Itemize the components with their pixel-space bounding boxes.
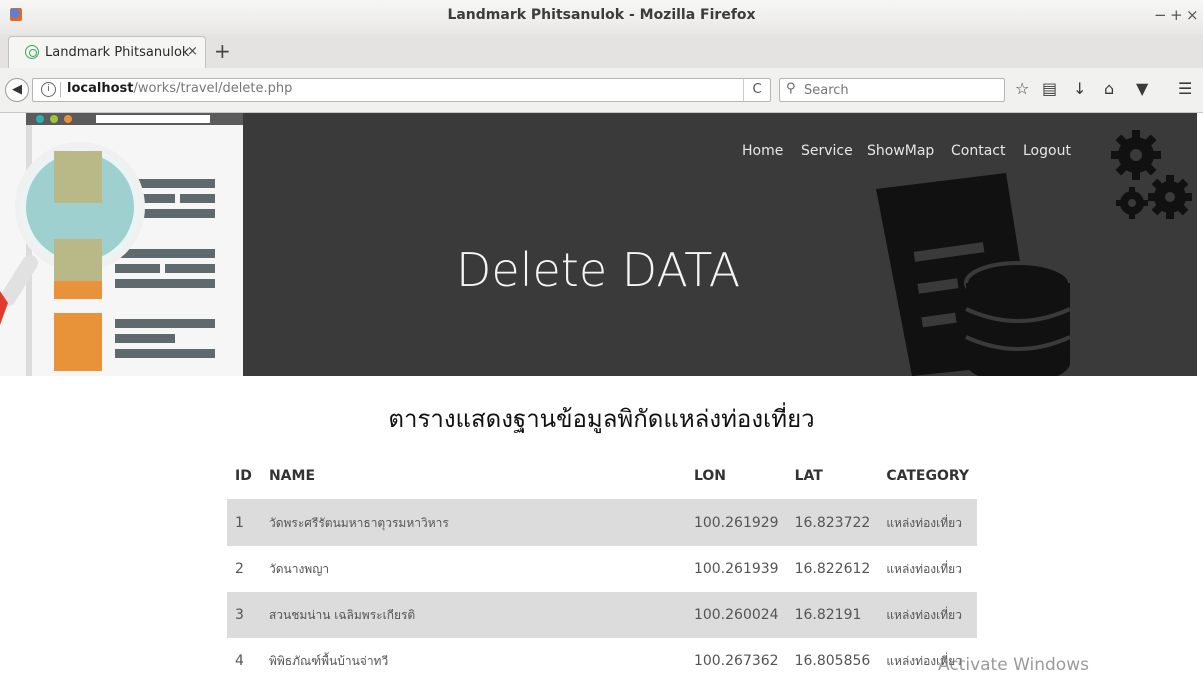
table-row[interactable]: 2 วัดนางพญา 100.261939 16.822612 แหล่งท่… — [227, 546, 977, 592]
nav-showmap[interactable]: ShowMap — [867, 143, 934, 159]
cell-id: 1 — [227, 499, 261, 546]
window-title: Landmark Phitsanulok - Mozilla Firefox — [447, 7, 756, 23]
tab-label: Landmark Phitsanulok — [45, 45, 190, 60]
cell-lon: 100.261929 — [685, 499, 787, 546]
cell-category: แหล่งท่องเที่ยว — [878, 592, 977, 638]
cell-lon: 100.267362 — [693, 653, 779, 669]
pocket-icon[interactable]: ▼ — [1136, 79, 1148, 98]
cell-lat: 16.82191 — [786, 592, 879, 638]
cell-name: วัดพระศรีรัตนมหาธาตุวรมหาวิหาร — [260, 499, 686, 546]
table-heading: ตารางแสดงฐานข้อมูลพิกัดแหล่งท่องเที่ยว — [388, 405, 815, 433]
minimize-button[interactable]: − — [1154, 6, 1167, 24]
title-bar: Landmark Phitsanulok - Mozilla Firefox −… — [0, 0, 1203, 35]
col-lat: LAT — [786, 453, 879, 500]
table-row[interactable]: 3 สวนชมน่าน เฉลิมพระเกียรติ 100.260024 1… — [227, 592, 977, 638]
menu-icon[interactable]: ☰ — [1178, 79, 1192, 98]
cell-lat: 16.805856 — [794, 653, 871, 669]
home-icon[interactable]: ⌂ — [1104, 79, 1114, 98]
cell-category: แหล่งท่องเที่ยว — [886, 561, 962, 576]
gears-icon — [1111, 130, 1192, 219]
url-host: localhost — [67, 81, 134, 96]
cell-lat: 16.822612 — [794, 561, 871, 577]
cell-name: วัดนางพญา — [268, 561, 330, 576]
url-text[interactable]: localhost/works/travel/delete.php — [67, 81, 292, 96]
info-icon[interactable]: i — [41, 82, 56, 97]
table-header-row: ID NAME LON LAT CATEGORY — [227, 453, 977, 500]
cell-id: 3 — [227, 592, 261, 638]
star-icon[interactable]: ☆ — [1015, 79, 1029, 98]
navigation-bar: ◀ i localhost/works/travel/delete.php C … — [0, 68, 1203, 113]
page-content: Home Service ShowMap Contact Logout Dele… — [0, 113, 1203, 679]
cell-id: 2 — [235, 561, 244, 577]
cell-name: สวนชมน่าน เฉลิมพระเกียรติ — [260, 592, 686, 638]
table-row[interactable]: 4 พิพิธภัณฑ์พื้นบ้านจ่าทวี 100.267362 16… — [227, 638, 977, 679]
nav-service[interactable]: Service — [801, 143, 853, 159]
nav-contact[interactable]: Contact — [951, 143, 1005, 159]
landmark-table: ID NAME LON LAT CATEGORY 1 วัดพระศรีรัตน… — [227, 453, 977, 679]
col-category: CATEGORY — [878, 453, 977, 500]
cell-lat: 16.823722 — [786, 499, 879, 546]
close-window-button[interactable]: × — [1186, 6, 1199, 24]
tab-close-icon[interactable]: × — [187, 44, 198, 59]
col-id: ID — [227, 453, 261, 500]
nav-logout[interactable]: Logout — [1023, 143, 1071, 159]
cell-name: พิพิธภัณฑ์พื้นบ้านจ่าทวี — [268, 653, 389, 668]
col-name: NAME — [260, 453, 686, 500]
globe-favicon-icon — [25, 45, 39, 59]
download-icon[interactable]: ↓ — [1073, 79, 1086, 98]
browser-window: Landmark Phitsanulok - Mozilla Firefox −… — [0, 0, 1203, 679]
tab-bar: Landmark Phitsanulok × + — [0, 34, 1203, 69]
url-bar[interactable]: i localhost/works/travel/delete.php C — [32, 78, 771, 102]
back-button[interactable]: ◀ — [5, 78, 29, 102]
reading-list-icon[interactable]: ▤ — [1042, 79, 1057, 98]
search-box[interactable]: ⚲ — [779, 78, 1005, 102]
cell-category: แหล่งท่องเที่ยว — [878, 499, 977, 546]
database-document-icon — [876, 173, 1072, 376]
document-illustration — [0, 113, 243, 376]
activate-windows-watermark: Activate Windows — [938, 655, 1089, 675]
tab-landmark[interactable]: Landmark Phitsanulok × — [8, 36, 206, 69]
maximize-button[interactable]: + — [1170, 6, 1183, 24]
search-icon: ⚲ — [786, 81, 796, 96]
table-row[interactable]: 1 วัดพระศรีรัตนมหาธาตุวรมหาวิหาร 100.261… — [227, 499, 977, 546]
nav-home[interactable]: Home — [742, 143, 783, 159]
col-lon: LON — [685, 453, 787, 500]
url-divider — [60, 82, 61, 97]
magnifier-illustration-icon — [0, 113, 243, 376]
reload-icon[interactable]: C — [743, 79, 770, 101]
search-input[interactable] — [802, 81, 996, 99]
hero-banner: Home Service ShowMap Contact Logout Dele… — [0, 113, 1197, 376]
cell-lon: 100.260024 — [685, 592, 787, 638]
url-path: /works/travel/delete.php — [133, 81, 293, 96]
page-title: Delete DATA — [456, 243, 741, 297]
cell-lon: 100.261939 — [693, 561, 779, 577]
cell-id: 4 — [235, 653, 244, 669]
new-tab-button[interactable]: + — [214, 39, 231, 63]
